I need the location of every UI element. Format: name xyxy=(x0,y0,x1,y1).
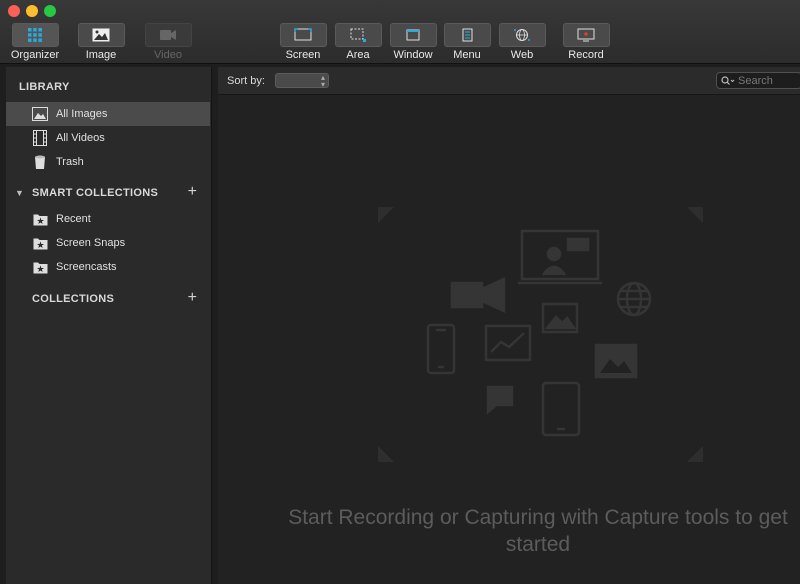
video-tab-label: Video xyxy=(154,49,182,61)
sidebar-item-all-images[interactable]: All Images xyxy=(6,102,210,126)
window-controls xyxy=(8,5,56,17)
menu-capture-button[interactable]: Menu xyxy=(443,23,491,63)
sidebar-item-label: Trash xyxy=(56,156,84,168)
window-capture-button[interactable]: Window xyxy=(389,23,437,63)
search-icon xyxy=(721,75,735,85)
corner-mark-icon xyxy=(378,446,394,462)
globe-icon xyxy=(616,281,652,317)
picture-frame-icon xyxy=(541,302,579,334)
menu-icon xyxy=(443,23,491,47)
sort-by-label: Sort by: xyxy=(227,75,265,87)
smart-collections-heading: SMART COLLECTIONS xyxy=(32,187,159,199)
chevron-up-down-icon: ▴ ▾ xyxy=(320,73,325,89)
chat-bubble-icon xyxy=(486,385,514,415)
add-collection-button[interactable]: + xyxy=(188,290,197,306)
sidebar-item-label: Screencasts xyxy=(56,261,117,273)
organizer-tab[interactable]: Organizer xyxy=(11,23,59,63)
video-camera-icon xyxy=(144,23,192,47)
corner-mark-icon xyxy=(378,207,394,223)
library-heading: LIBRARY xyxy=(19,81,70,93)
phone-icon xyxy=(426,323,456,375)
image-tab[interactable]: Image xyxy=(77,23,125,63)
sidebar-item-trash[interactable]: Trash xyxy=(6,150,210,174)
sidebar: LIBRARY All Images All Videos Trash ▼ SM… xyxy=(6,67,212,584)
image-icon xyxy=(32,106,48,122)
search-input[interactable] xyxy=(738,74,798,87)
sidebar-item-screencasts[interactable]: Screencasts xyxy=(6,255,210,279)
menu-capture-label: Menu xyxy=(453,49,481,61)
sidebar-item-label: Recent xyxy=(56,213,91,225)
star-folder-icon xyxy=(32,235,48,251)
trash-icon xyxy=(32,154,48,170)
area-capture-label: Area xyxy=(346,49,370,61)
window-capture-label: Window xyxy=(393,49,433,61)
minimize-window-button[interactable] xyxy=(26,5,38,17)
area-capture-button[interactable]: Area xyxy=(334,23,382,63)
area-icon xyxy=(334,23,382,47)
search-field[interactable] xyxy=(716,72,800,89)
empty-state-illustration xyxy=(378,207,703,462)
corner-mark-icon xyxy=(687,446,703,462)
record-label: Record xyxy=(568,49,604,61)
video-camera-icon xyxy=(450,277,506,313)
add-smart-collection-button[interactable]: + xyxy=(188,184,197,200)
sidebar-item-screen-snaps[interactable]: Screen Snaps xyxy=(6,231,210,255)
web-capture-label: Web xyxy=(510,49,534,61)
sidebar-item-all-videos[interactable]: All Videos xyxy=(6,126,210,150)
sidebar-item-label: Screen Snaps xyxy=(56,237,126,249)
tablet-icon xyxy=(541,381,581,437)
grid-icon xyxy=(11,23,59,47)
main-content: Sort by: ▴ ▾ Search Start Recording or C… xyxy=(218,67,800,584)
web-capture-button[interactable]: Web xyxy=(498,23,546,63)
star-folder-icon xyxy=(32,259,48,275)
image-icon xyxy=(77,23,125,47)
image-tab-label: Image xyxy=(85,49,117,61)
close-window-button[interactable] xyxy=(8,5,20,17)
corner-mark-icon xyxy=(687,207,703,223)
organizer-tab-label: Organizer xyxy=(10,49,60,61)
sidebar-item-recent[interactable]: Recent xyxy=(6,207,210,231)
star-folder-icon xyxy=(32,211,48,227)
content-toolbar: Sort by: ▴ ▾ xyxy=(218,67,800,95)
window-icon xyxy=(389,23,437,47)
film-icon xyxy=(32,130,48,146)
globe-icon xyxy=(498,23,546,47)
record-button[interactable]: Record xyxy=(562,23,610,63)
screen-capture-label: Screen xyxy=(285,49,321,61)
disclosure-triangle-icon[interactable]: ▼ xyxy=(15,188,24,198)
video-tab[interactable]: Video xyxy=(144,23,192,63)
sort-by-select[interactable]: ▴ ▾ xyxy=(275,73,329,89)
toolbar: Organizer Image Video Screen Area Window… xyxy=(0,0,800,64)
image-icon xyxy=(594,343,638,379)
sidebar-item-label: All Videos xyxy=(56,132,105,144)
screen-icon xyxy=(279,23,327,47)
screen-capture-button[interactable]: Screen xyxy=(279,23,327,63)
line-chart-icon xyxy=(484,324,532,362)
empty-state-message: Start Recording or Capturing with Captur… xyxy=(288,506,788,556)
record-icon xyxy=(562,23,610,47)
collections-heading: COLLECTIONS xyxy=(32,293,115,305)
maximize-window-button[interactable] xyxy=(44,5,56,17)
presenter-monitor-icon xyxy=(518,229,602,285)
sidebar-item-label: All Images xyxy=(56,108,108,120)
